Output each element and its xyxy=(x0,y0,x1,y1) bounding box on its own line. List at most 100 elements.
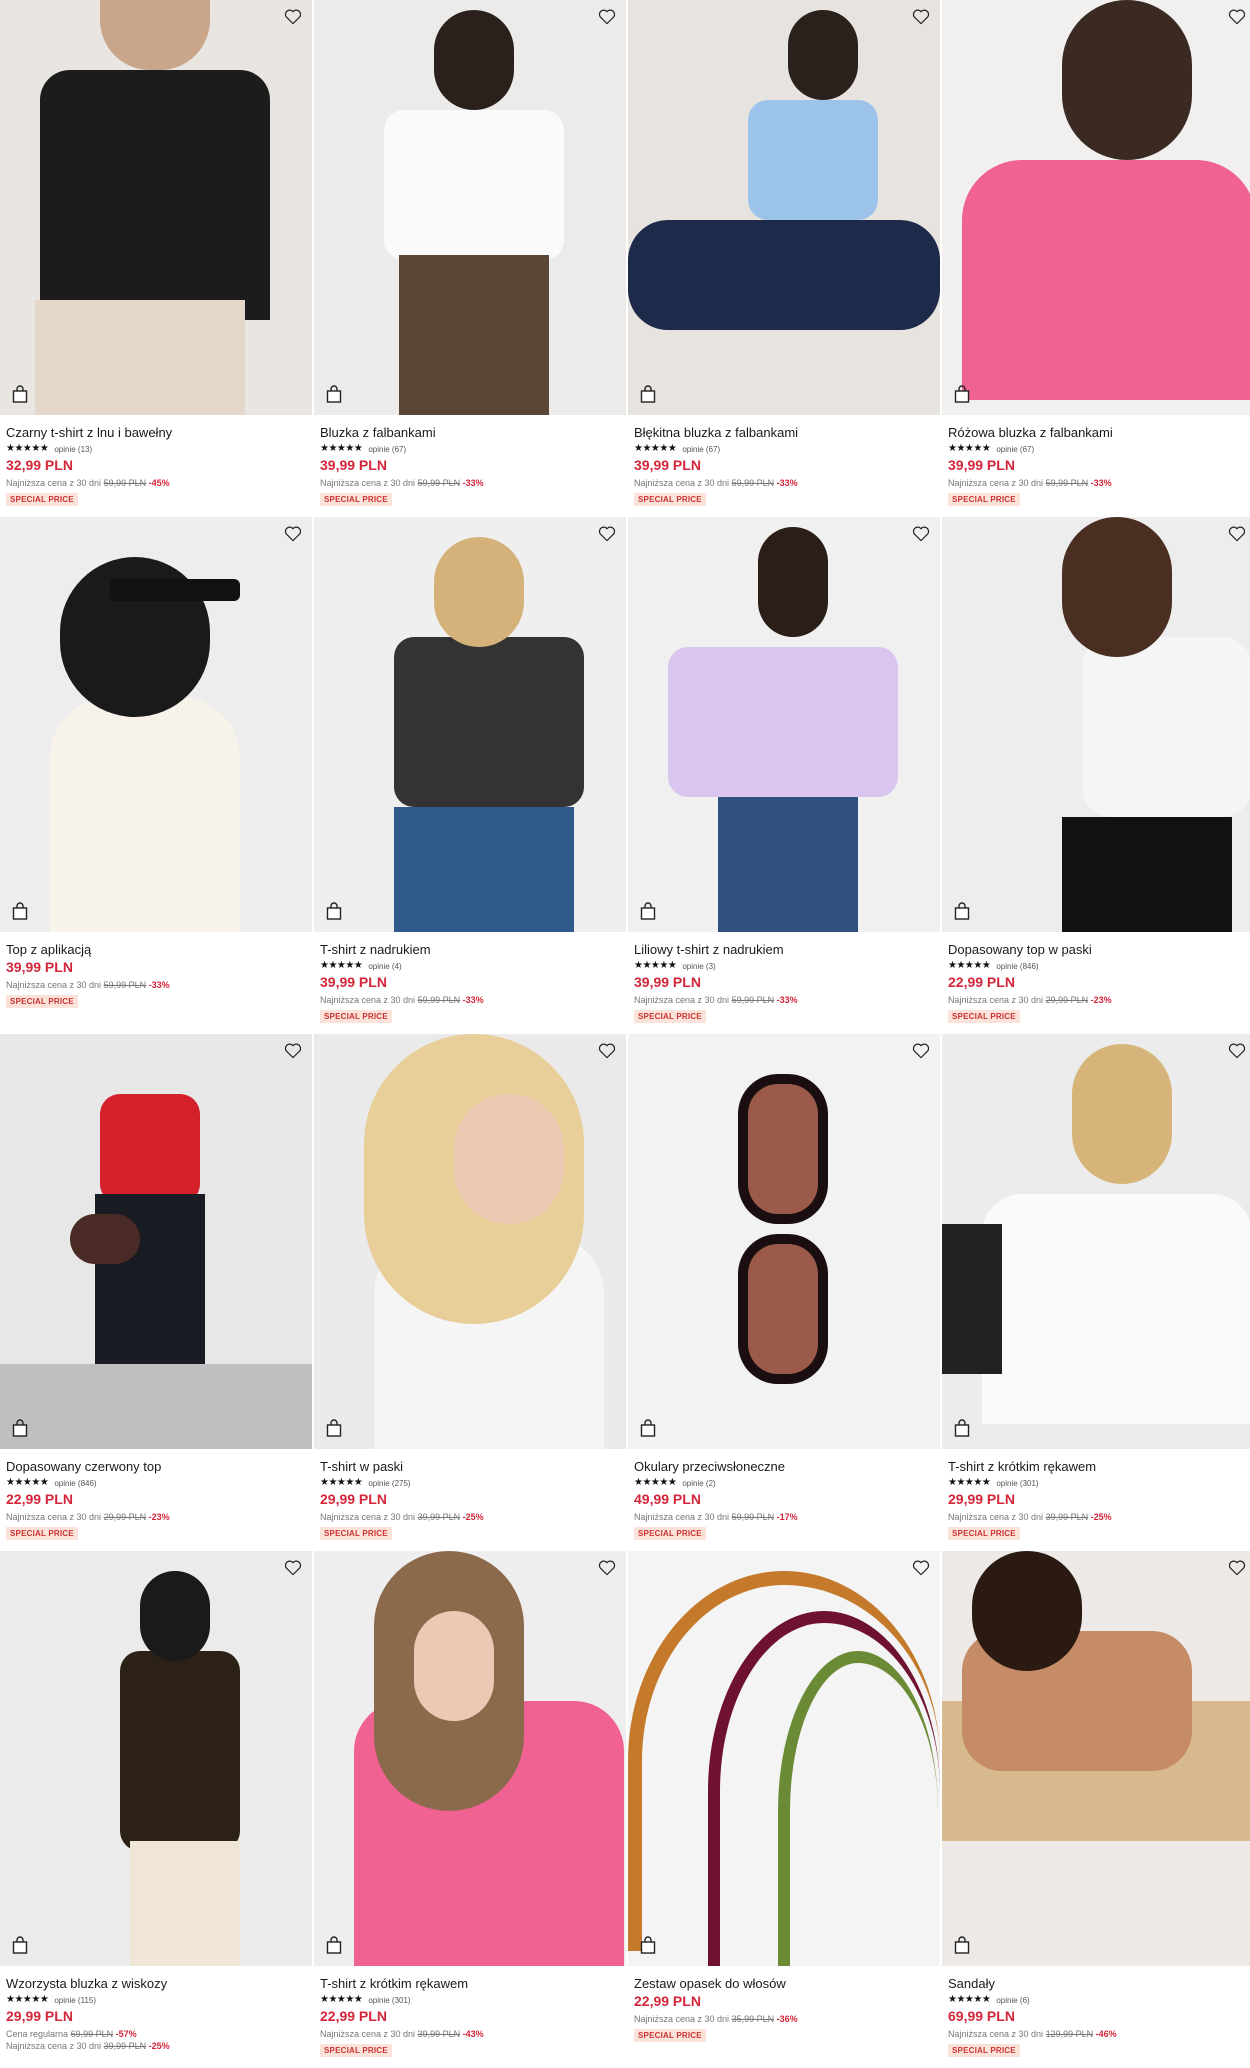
product-name[interactable]: Dopasowany top w paski xyxy=(948,942,1250,957)
product-name[interactable]: T-shirt z krótkim rękawem xyxy=(948,1459,1250,1474)
shopping-bag-icon[interactable] xyxy=(640,1419,656,1437)
heart-outline-icon[interactable] xyxy=(284,8,302,25)
product-name[interactable]: Okulary przeciwsłoneczne xyxy=(634,1459,934,1474)
shopping-bag-icon[interactable] xyxy=(326,385,342,403)
review-count[interactable]: opinie (4) xyxy=(368,962,401,971)
heart-outline-icon[interactable] xyxy=(1228,525,1246,542)
shopping-bag-icon[interactable] xyxy=(954,902,970,920)
shopping-bag-icon[interactable] xyxy=(640,902,656,920)
product-card[interactable]: Bluzka z falbankami ★★★★★ opinie (67) 39,99… xyxy=(314,0,626,517)
heart-outline-icon[interactable] xyxy=(598,1559,616,1576)
product-card[interactable]: T-shirt z nadrukiem ★★★★★ opinie (4) 39,99 … xyxy=(314,517,626,1034)
shopping-bag-icon[interactable] xyxy=(640,385,656,403)
product-card[interactable]: Dopasowany top w paski ★★★★★ opinie (846) 2… xyxy=(942,517,1250,1034)
product-card[interactable]: T-shirt z krótkim rękawem ★★★★★ opinie (30… xyxy=(314,1551,626,2068)
review-count[interactable]: opinie (846) xyxy=(54,1479,96,1488)
heart-outline-icon[interactable] xyxy=(598,8,616,25)
product-card[interactable]: Top z aplikacją 39,99 PLN Najniższa cena z… xyxy=(0,517,312,1034)
photo-shape xyxy=(1062,817,1232,932)
product-image[interactable] xyxy=(942,1034,1250,1449)
product-card[interactable]: Dopasowany czerwony top ★★★★★ opinie (846)… xyxy=(0,1034,312,1551)
price-history-label: Najniższa cena z 30 dni xyxy=(634,1512,730,1522)
product-name[interactable]: Różowa bluzka z falbankami xyxy=(948,425,1250,440)
heart-outline-icon[interactable] xyxy=(284,525,302,542)
product-name[interactable]: Liliowy t-shirt z nadrukiem xyxy=(634,942,934,957)
review-count[interactable]: opinie (275) xyxy=(368,1479,410,1488)
product-name[interactable]: Top z aplikacją xyxy=(6,942,306,957)
heart-outline-icon[interactable] xyxy=(912,1559,930,1576)
review-count[interactable]: opinie (6) xyxy=(996,1996,1029,2005)
product-image[interactable] xyxy=(628,1034,940,1449)
product-name[interactable]: Bluzka z falbankami xyxy=(320,425,620,440)
product-name[interactable]: Dopasowany czerwony top xyxy=(6,1459,306,1474)
heart-outline-icon[interactable] xyxy=(1228,1042,1246,1059)
product-card[interactable]: T-shirt z krótkim rękawem ★★★★★ opinie (30… xyxy=(942,1034,1250,1551)
review-count[interactable]: opinie (115) xyxy=(54,1996,96,2005)
heart-outline-icon[interactable] xyxy=(284,1042,302,1059)
shopping-bag-icon[interactable] xyxy=(12,902,28,920)
review-count[interactable]: opinie (67) xyxy=(368,445,406,454)
product-name[interactable]: T-shirt z nadrukiem xyxy=(320,942,620,957)
heart-outline-icon[interactable] xyxy=(1228,1559,1246,1576)
review-count[interactable]: opinie (13) xyxy=(54,445,92,454)
product-image[interactable] xyxy=(314,0,626,415)
product-image[interactable] xyxy=(314,1034,626,1449)
product-name[interactable]: Wzorzysta bluzka z wiskozy xyxy=(6,1976,306,1991)
product-card[interactable]: Czarny t-shirt z lnu i bawełny ★★★★★ opini… xyxy=(0,0,312,517)
review-count[interactable]: opinie (846) xyxy=(996,962,1038,971)
product-image[interactable] xyxy=(942,517,1250,932)
product-image[interactable] xyxy=(628,517,940,932)
shopping-bag-icon[interactable] xyxy=(954,385,970,403)
shopping-bag-icon[interactable] xyxy=(12,1419,28,1437)
heart-outline-icon[interactable] xyxy=(912,8,930,25)
product-card[interactable]: Wzorzysta bluzka z wiskozy ★★★★★ opinie (1… xyxy=(0,1551,312,2068)
product-name[interactable]: Czarny t-shirt z lnu i bawełny xyxy=(6,425,306,440)
shopping-bag-icon[interactable] xyxy=(640,1936,656,1954)
heart-outline-icon[interactable] xyxy=(1228,8,1246,25)
discount-percent: -45% xyxy=(148,478,170,488)
product-image[interactable] xyxy=(942,0,1250,415)
shopping-bag-icon[interactable] xyxy=(12,385,28,403)
product-name[interactable]: Błękitna bluzka z falbankami xyxy=(634,425,934,440)
product-name[interactable]: T-shirt w paski xyxy=(320,1459,620,1474)
product-card[interactable]: Błękitna bluzka z falbankami ★★★★★ opinie … xyxy=(628,0,940,517)
product-card[interactable]: Liliowy t-shirt z nadrukiem ★★★★★ opinie (… xyxy=(628,517,940,1034)
product-card[interactable]: Zestaw opasek do włosów 22,99 PLN Najniższ… xyxy=(628,1551,940,2068)
product-image[interactable] xyxy=(314,517,626,932)
review-count[interactable]: opinie (67) xyxy=(996,445,1034,454)
product-name[interactable]: T-shirt z krótkim rękawem xyxy=(320,1976,620,1991)
review-count[interactable]: opinie (3) xyxy=(682,962,715,971)
product-image[interactable] xyxy=(314,1551,626,1966)
product-name[interactable]: Sandały xyxy=(948,1976,1250,1991)
shopping-bag-icon[interactable] xyxy=(326,1936,342,1954)
shopping-bag-icon[interactable] xyxy=(326,902,342,920)
review-count[interactable]: opinie (2) xyxy=(682,1479,715,1488)
heart-outline-icon[interactable] xyxy=(912,525,930,542)
shopping-bag-icon[interactable] xyxy=(326,1419,342,1437)
product-card[interactable]: Okulary przeciwsłoneczne ★★★★★ opinie (2) 4… xyxy=(628,1034,940,1551)
shopping-bag-icon[interactable] xyxy=(954,1936,970,1954)
old-price: 129,99 PLN xyxy=(1045,2029,1094,2039)
product-image[interactable] xyxy=(942,1551,1250,1966)
product-card[interactable]: T-shirt w paski ★★★★★ opinie (275) 29,99 PL… xyxy=(314,1034,626,1551)
product-image[interactable] xyxy=(0,1551,312,1966)
review-count[interactable]: opinie (67) xyxy=(682,445,720,454)
product-image[interactable] xyxy=(0,517,312,932)
review-count[interactable]: opinie (301) xyxy=(368,1996,410,2005)
heart-outline-icon[interactable] xyxy=(598,525,616,542)
product-image[interactable] xyxy=(0,0,312,415)
heart-outline-icon[interactable] xyxy=(284,1559,302,1576)
shopping-bag-icon[interactable] xyxy=(12,1936,28,1954)
product-image[interactable] xyxy=(628,1551,940,1966)
shopping-bag-icon[interactable] xyxy=(954,1419,970,1437)
old-price: 69,99 PLN xyxy=(70,2029,114,2039)
product-card[interactable]: Sandały ★★★★★ opinie (6) 69,99 PLN Najniższa… xyxy=(942,1551,1250,2068)
product-image[interactable] xyxy=(0,1034,312,1449)
product-name[interactable]: Zestaw opasek do włosów xyxy=(634,1976,934,1991)
heart-outline-icon[interactable] xyxy=(912,1042,930,1059)
product-card[interactable]: Różowa bluzka z falbankami ★★★★★ opinie (6… xyxy=(942,0,1250,517)
product-image[interactable] xyxy=(628,0,940,415)
product-info: Okulary przeciwsłoneczne ★★★★★ opinie (2) 4… xyxy=(628,1449,940,1541)
review-count[interactable]: opinie (301) xyxy=(996,1479,1038,1488)
heart-outline-icon[interactable] xyxy=(598,1042,616,1059)
